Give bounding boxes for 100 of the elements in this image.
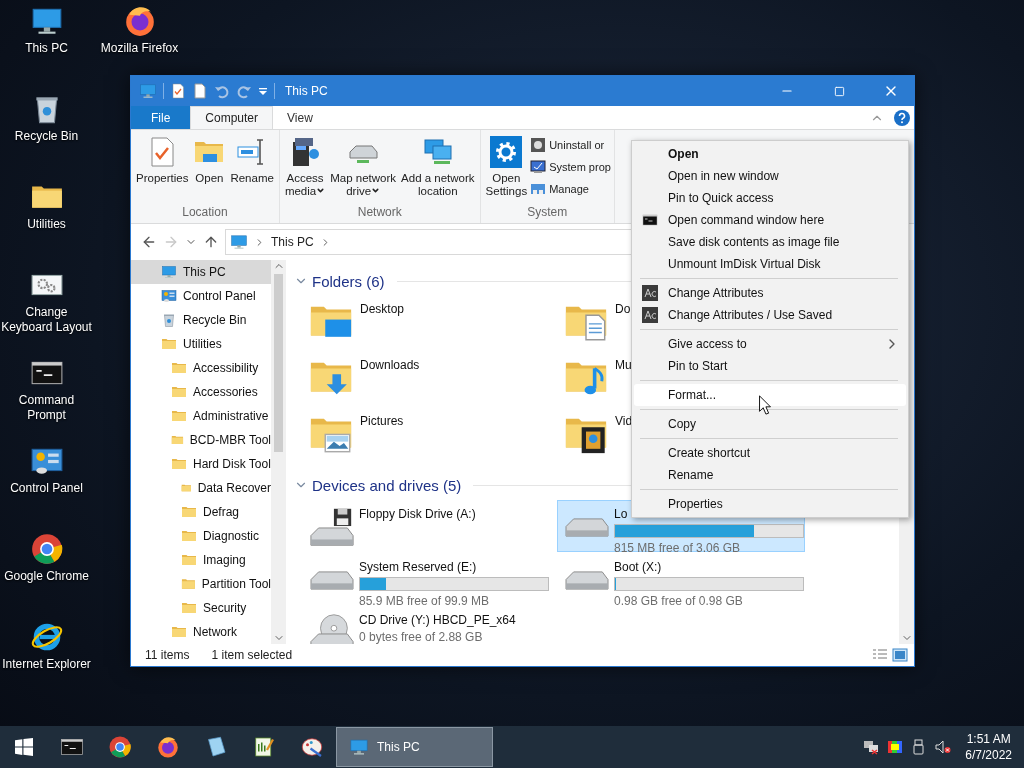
- folder-icon: [171, 360, 187, 376]
- taskbar-window-button[interactable]: This PC: [336, 727, 493, 767]
- network-icon: [863, 739, 880, 755]
- ribbon-tab[interactable]: File: [131, 106, 191, 129]
- breadcrumb[interactable]: This PC: [271, 235, 314, 249]
- menu-item[interactable]: Pin to Start: [634, 355, 906, 377]
- folder-icon: [181, 552, 197, 568]
- clock-time: 1:51 AM: [966, 731, 1011, 747]
- up-icon: [203, 234, 219, 250]
- scrollbar-thumb[interactable]: [274, 274, 283, 452]
- back-button[interactable]: [141, 234, 157, 250]
- maximize-icon: [833, 85, 845, 97]
- drive-item[interactable]: Boot (X:) 0.98 GB free of 0.98 GB: [557, 553, 805, 605]
- menu-item[interactable]: Open in new window: [634, 165, 906, 187]
- menu-item[interactable]: Change Attributes / Use Saved: [634, 304, 906, 326]
- computer-icon: [349, 737, 369, 757]
- folder-icon: [181, 528, 197, 544]
- properties-icon: [170, 83, 186, 99]
- nav-item[interactable]: This PC: [131, 260, 271, 284]
- control-icon: [161, 288, 177, 304]
- item-count: 11 items: [145, 648, 190, 662]
- nav-item[interactable]: Partition Tool: [131, 572, 271, 596]
- section-header[interactable]: Folders (6): [312, 272, 385, 290]
- computer-icon: [230, 233, 248, 251]
- manage-icon: [530, 181, 547, 197]
- drive-name: System Reserved (E:): [359, 560, 478, 574]
- menu-item[interactable]: Give access to: [634, 333, 906, 355]
- menu-item[interactable]: Open: [634, 143, 906, 165]
- recycle-icon: [161, 312, 177, 328]
- ribbon-button[interactable]: Uninstall or: [530, 135, 611, 155]
- window-title: This PC: [285, 84, 329, 98]
- nav-item[interactable]: Control Panel: [131, 284, 271, 308]
- drive-item[interactable]: CD Drive (Y:) HBCD_PE_x64 0 bytes free of 2.88 GB: [302, 606, 550, 644]
- menu-item[interactable]: Save disk contents as image file: [634, 231, 906, 253]
- computer-icon: [139, 82, 157, 100]
- menu-item[interactable]: Rename: [634, 464, 906, 486]
- nav-item[interactable]: Data Recover: [131, 476, 271, 500]
- hard-drive-icon: [564, 569, 610, 591]
- ribbon-button[interactable]: Access media: [282, 134, 328, 200]
- nav-item[interactable]: Accessories: [131, 380, 271, 404]
- help-icon: [894, 109, 910, 126]
- free-space-text: 0 bytes free of 2.88 GB: [359, 630, 484, 644]
- menu-item[interactable]: Open command window here: [634, 209, 906, 231]
- nav-item[interactable]: BCD-MBR Tool: [131, 428, 271, 452]
- drive-item[interactable]: System Reserved (E:) 85.9 MB free of 99.9 MB: [302, 553, 550, 605]
- drive-name: Floppy Disk Drive (A:): [359, 507, 476, 521]
- folder-item[interactable]: Desktop: [308, 296, 556, 348]
- ribbon-button[interactable]: Manage: [530, 179, 611, 199]
- group-label: Network: [356, 205, 403, 221]
- caret-icon: [258, 86, 268, 96]
- nav-item[interactable]: Recycle Bin: [131, 308, 271, 332]
- ribbon-button[interactable]: Open: [191, 134, 228, 187]
- pc-icon: [161, 264, 177, 280]
- ribbon-button[interactable]: Add a network location: [399, 134, 477, 200]
- section-header[interactable]: Devices and drives (5): [312, 476, 462, 494]
- hard-drive-icon: [564, 516, 610, 538]
- nav-item[interactable]: Defrag: [131, 500, 271, 524]
- menu-item[interactable]: Create shortcut: [634, 442, 906, 464]
- drive-item[interactable]: Floppy Disk Drive (A:): [302, 500, 550, 552]
- nav-item[interactable]: Administrative: [131, 404, 271, 428]
- chart-editor-icon: [252, 735, 276, 759]
- folder-icon: [171, 384, 187, 400]
- nav-item[interactable]: Hard Disk Tool: [131, 452, 271, 476]
- ribbon-tab[interactable]: Computer: [190, 106, 274, 129]
- ribbon-tab[interactable]: View: [273, 106, 327, 129]
- redo-icon: [236, 83, 252, 99]
- folder-item[interactable]: Pictures: [308, 408, 556, 460]
- drive-name: Boot (X:): [614, 560, 663, 574]
- chrome-icon: [108, 735, 132, 759]
- firefox-icon: [156, 735, 180, 759]
- menu-item[interactable]: Unmount ImDisk Virtual Disk: [634, 253, 906, 275]
- folder-icon: [181, 600, 197, 616]
- menu-item[interactable]: Format...: [634, 384, 906, 406]
- ribbon-button[interactable]: System prop: [530, 157, 611, 177]
- free-space-text: 815 MB free of 3.06 GB: [614, 541, 742, 555]
- nav-item[interactable]: Imaging: [131, 548, 271, 572]
- document-icon: [192, 83, 208, 99]
- attributes-icon: [642, 285, 658, 301]
- clock[interactable]: 1:51 AM 6/7/2022: [965, 731, 1012, 763]
- attributes-icon: [642, 307, 658, 323]
- menu-item[interactable]: Change Attributes: [634, 282, 906, 304]
- folder-icon: [181, 504, 197, 520]
- ribbon-button[interactable]: Properties: [134, 134, 191, 187]
- nav-item[interactable]: Network: [131, 620, 271, 644]
- paint-icon: [300, 735, 324, 759]
- clock-date: 6/7/2022: [965, 747, 1012, 763]
- nav-item[interactable]: Security: [131, 596, 271, 620]
- nav-item[interactable]: Diagnostic: [131, 524, 271, 548]
- nav-item[interactable]: Utilities: [131, 332, 271, 356]
- ribbon-button[interactable]: Map network drive: [328, 134, 399, 200]
- menu-item[interactable]: Copy: [634, 413, 906, 435]
- ribbon-button[interactable]: Open Settings: [483, 134, 530, 200]
- uninstall-icon: [530, 137, 547, 153]
- tiles-view-icon: [892, 647, 908, 663]
- folder-item[interactable]: Downloads: [308, 352, 556, 404]
- up-button[interactable]: [203, 234, 219, 250]
- ribbon-button[interactable]: Rename: [228, 134, 276, 187]
- menu-item[interactable]: Pin to Quick access: [634, 187, 906, 209]
- nav-item[interactable]: Accessibility: [131, 356, 271, 380]
- forward-icon: [163, 234, 179, 250]
